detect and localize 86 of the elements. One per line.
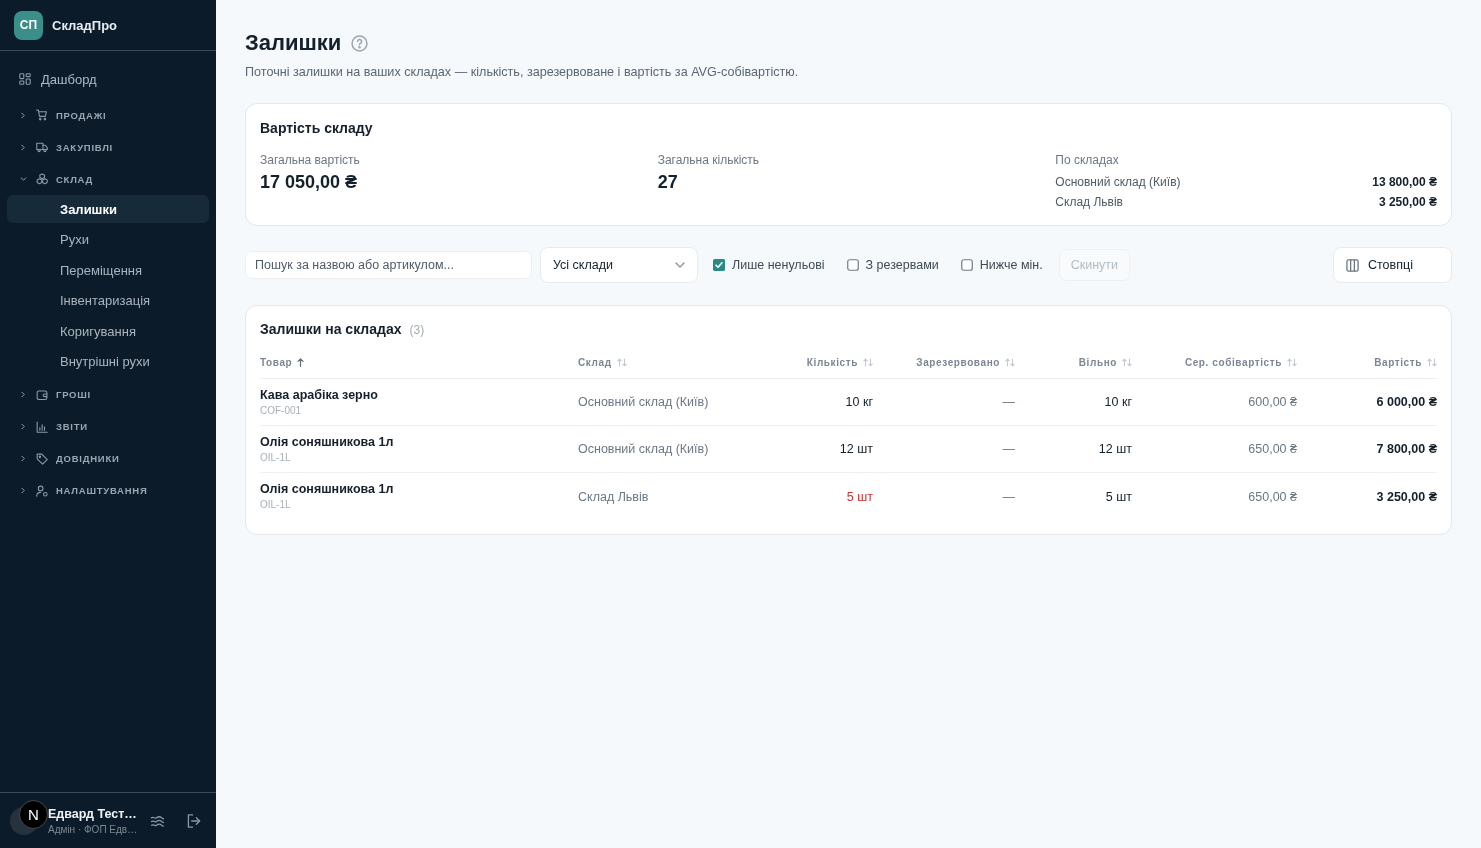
product-sku: OIL-1L xyxy=(260,498,292,511)
column-header[interactable]: Зарезервовано xyxy=(873,357,1015,368)
table-cell-text: Основний склад (Київ) xyxy=(578,442,710,456)
table-cell-text: 650,00 ₴ xyxy=(1247,489,1297,504)
table-cell-text: 10 кг xyxy=(844,395,873,409)
card-title: Вартість складу xyxy=(260,119,374,137)
stat-value: 17 050,00 ₴ xyxy=(260,171,359,193)
help-icon[interactable] xyxy=(351,34,369,52)
column-header[interactable]: Сер. собівартість xyxy=(1132,357,1297,368)
sidebar-item[interactable]: Внутрішні рухи xyxy=(7,347,209,376)
table-cell-text: 5 шт xyxy=(845,489,873,504)
waves-icon[interactable] xyxy=(150,814,165,827)
checkbox[interactable] xyxy=(713,259,725,271)
table-cell-text: Склад Львів xyxy=(578,489,650,504)
stat-value: 27 xyxy=(657,171,679,193)
product-name: Олія соняшникова 1л xyxy=(260,482,395,497)
section-label: По складах xyxy=(1055,153,1120,167)
table-cell-text: 10 кг xyxy=(1103,395,1132,409)
column-header[interactable]: Вартість xyxy=(1297,357,1437,368)
nav-group[interactable]: ЗАКУПІВЛІ xyxy=(7,131,209,163)
product-name: Олія соняшникова 1л xyxy=(260,434,395,450)
checkbox-label[interactable]: Лише ненульові xyxy=(732,258,825,272)
search-field[interactable]: Пошук за назвою або артикулом... xyxy=(245,251,532,279)
page-subtitle: Поточні залишки на ваших складах — кількість, зарезервоване і вартість за AVG-собівартістю. xyxy=(245,65,800,79)
nav-group[interactable]: ГРОШІ xyxy=(7,378,209,411)
table-cell-text: 600,00 ₴ xyxy=(1247,395,1297,409)
column-header[interactable]: Вільно xyxy=(1015,357,1132,368)
table-cell-text: 12 шт xyxy=(1097,442,1132,456)
column-header[interactable]: Кількість xyxy=(748,357,873,368)
checkbox[interactable] xyxy=(960,259,973,271)
columns-icon xyxy=(1346,258,1359,272)
cart-icon xyxy=(36,109,48,121)
table-cell-text: 7 800,00 ₴ xyxy=(1375,442,1437,456)
sidebar-item[interactable]: Рухи xyxy=(7,225,209,254)
product-name: Кава арабіка зерно xyxy=(260,387,379,403)
grid-icon xyxy=(19,73,31,85)
warehouse-name: Склад Львів xyxy=(1055,194,1123,210)
row-count: (3) xyxy=(409,322,425,339)
warehouse-select[interactable]: Усі склади xyxy=(540,247,698,283)
app-name: СкладПро xyxy=(52,17,118,33)
table-cell-text: Основний склад (Київ) xyxy=(578,395,710,409)
truck-icon xyxy=(36,141,48,153)
nav-group[interactable]: ДОВІДНИКИ xyxy=(7,442,209,475)
nav-group[interactable]: СКЛАД xyxy=(7,163,209,195)
table-cell-text: 650,00 ₴ xyxy=(1247,442,1297,456)
sidebar-item[interactable]: Коригування xyxy=(7,317,209,346)
product-sku: OIL-1L xyxy=(260,450,292,464)
product-sku: COF-001 xyxy=(260,403,303,417)
sidebar-link[interactable]: Дашборд xyxy=(7,65,209,93)
checkbox-label[interactable]: Нижче мін. xyxy=(979,258,1043,272)
sidebar-item[interactable]: Залишки xyxy=(7,195,209,223)
column-header[interactable]: Склад xyxy=(578,357,748,368)
checkbox[interactable] xyxy=(846,259,859,271)
table-cell-text: — xyxy=(1001,395,1015,409)
warehouse-name: Основний склад (Київ) xyxy=(1055,174,1181,190)
table-cell-text: — xyxy=(1001,489,1015,504)
table-cell-text: 3 250,00 ₴ xyxy=(1375,489,1437,504)
page-title: Залишки xyxy=(245,29,342,57)
checkbox-label[interactable]: З резервами xyxy=(865,258,939,272)
table-cell-text: 12 шт xyxy=(838,442,873,456)
table-cell-text: 6 000,00 ₴ xyxy=(1375,395,1437,409)
boxes-icon xyxy=(36,173,48,185)
nav-group[interactable]: НАЛАШТУВАННЯ xyxy=(7,474,209,507)
bar-chart-icon xyxy=(36,420,48,433)
table-cell-text: 5 шт xyxy=(1104,489,1132,504)
nav-group[interactable]: ПРОДАЖІ xyxy=(7,99,209,131)
caret-icon xyxy=(675,262,685,268)
logout-icon[interactable] xyxy=(187,813,201,828)
table-cell-text: — xyxy=(1001,442,1015,456)
column-header[interactable]: Товар xyxy=(260,357,578,368)
warehouse-value: 13 800,00 ₴ xyxy=(1372,174,1437,190)
user-gear-icon xyxy=(36,484,48,497)
sidebar-item[interactable]: Інвентаризація xyxy=(7,286,209,315)
warehouse-value: 3 250,00 ₴ xyxy=(1378,194,1437,210)
nav-group[interactable]: ЗВІТИ xyxy=(7,410,209,443)
stat-label: Загальна вартість xyxy=(260,153,361,167)
logo-badge: СП xyxy=(14,10,43,40)
stat-label: Загальна кількість xyxy=(657,153,761,167)
user-role: Адмін · ФОП Едв… xyxy=(48,823,139,835)
table-title: Залишки на складах xyxy=(260,320,402,338)
sidebar-item[interactable]: Переміщення xyxy=(7,256,209,285)
columns-button[interactable]: Стовпці xyxy=(1333,247,1452,283)
wallet-icon xyxy=(36,388,48,401)
user-name: Едвард Тест… xyxy=(48,806,138,821)
tag-icon xyxy=(36,452,48,465)
dev-tools-button[interactable]: N xyxy=(19,799,48,829)
